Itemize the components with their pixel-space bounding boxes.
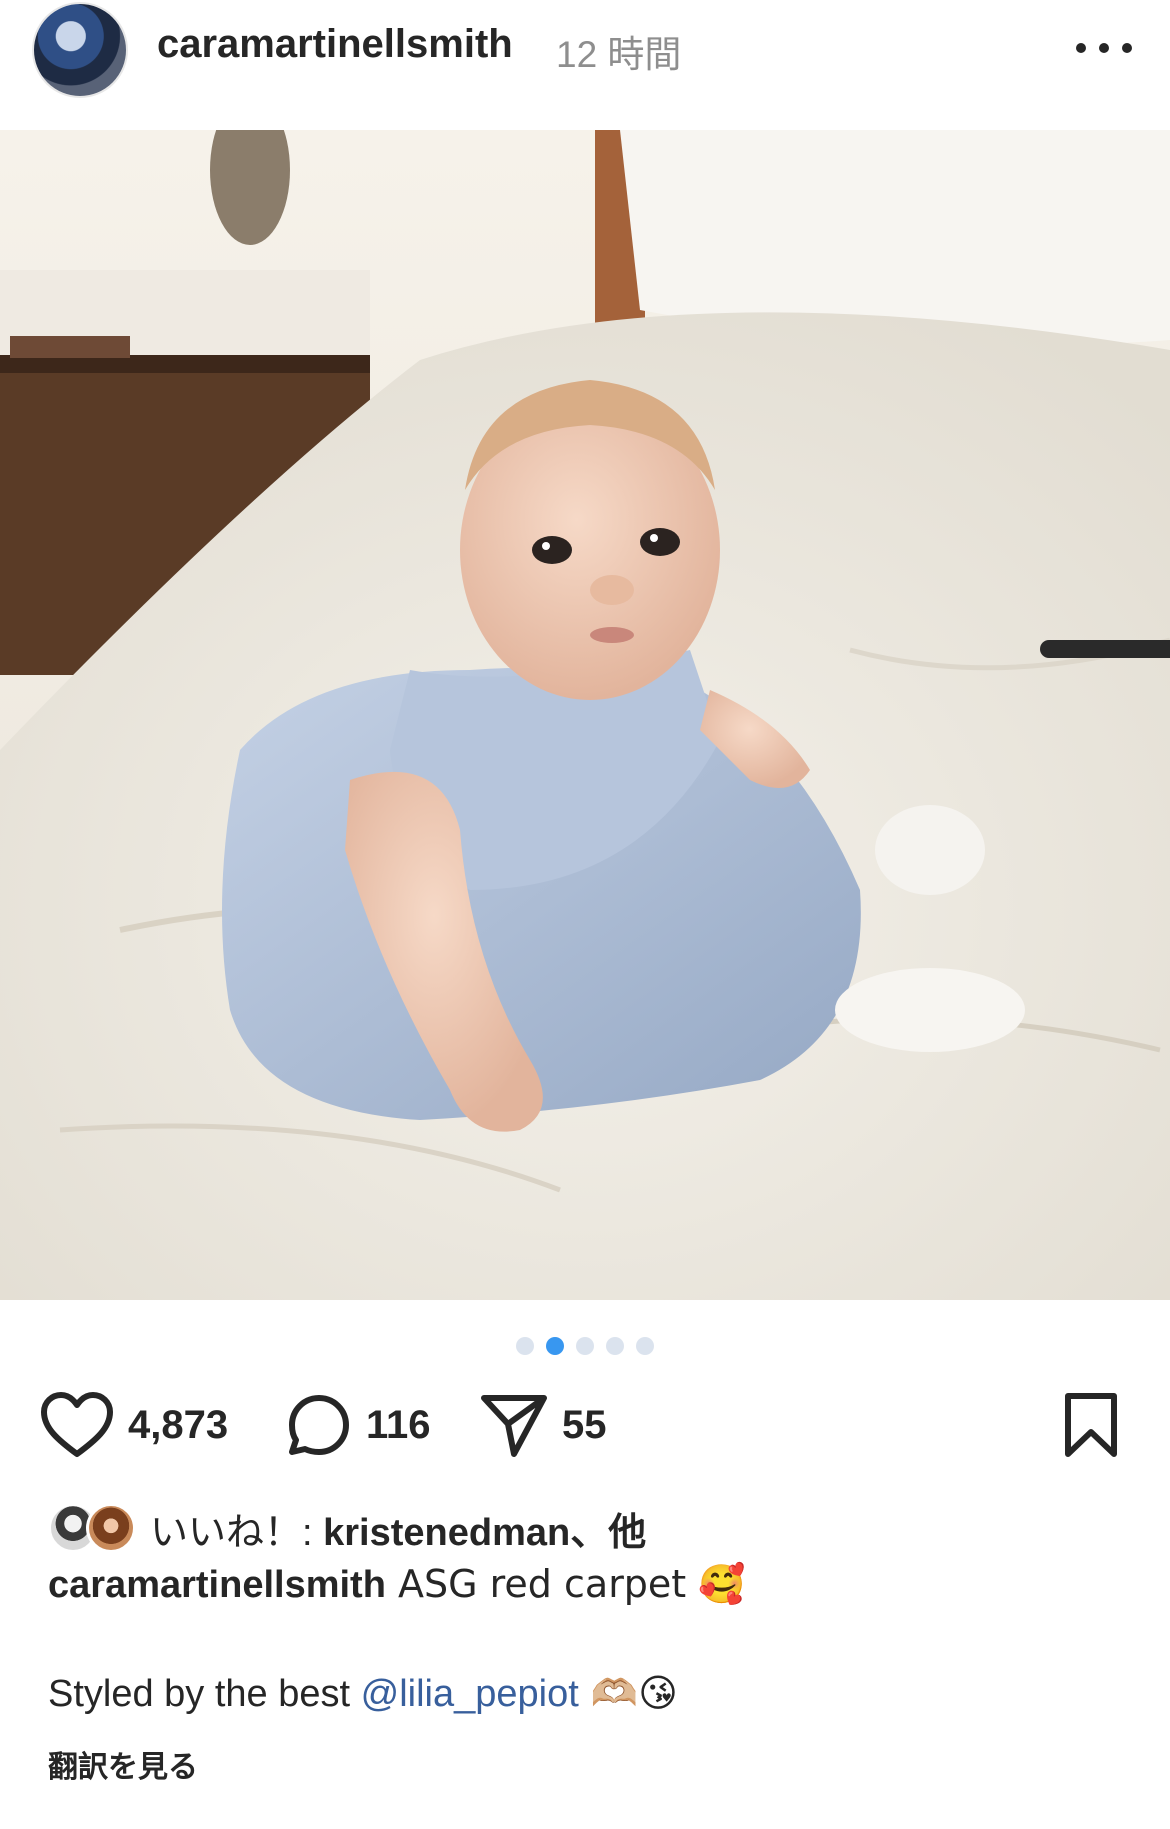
user-avatar[interactable] bbox=[32, 2, 128, 98]
baby-on-bed-photo bbox=[0, 130, 1170, 1300]
carousel-dot-active bbox=[546, 1337, 564, 1355]
send-icon bbox=[481, 1395, 547, 1457]
save-button[interactable] bbox=[1062, 1393, 1120, 1457]
bookmark-icon bbox=[1065, 1393, 1117, 1457]
carousel-dot bbox=[636, 1337, 654, 1355]
post-username[interactable]: caramartinellsmith bbox=[157, 22, 513, 67]
like-count: 4,873 bbox=[128, 1402, 229, 1447]
caption-line-1: caramartinellsmith ASG red carpet 🥰 bbox=[48, 1562, 746, 1607]
liked-by-text: いいね！: kristenedman、他 bbox=[150, 1501, 646, 1556]
post-timestamp: 12 時間 bbox=[556, 34, 682, 75]
caption-emoji: 🫶🏼😘 bbox=[578, 1671, 678, 1715]
liked-by-others[interactable]: 、他 bbox=[570, 1512, 646, 1554]
caption-username[interactable]: caramartinellsmith bbox=[48, 1564, 386, 1606]
carousel-dot bbox=[606, 1337, 624, 1355]
caption-line-2: Styled by the best @lilia_pepiot 🫶🏼😘 bbox=[48, 1671, 678, 1716]
action-bar: 4,873 116 55 bbox=[40, 1392, 1130, 1457]
share-count: 55 bbox=[562, 1402, 607, 1447]
more-horizontal-icon[interactable] bbox=[1076, 28, 1132, 68]
like-button[interactable]: 4,873 bbox=[40, 1392, 229, 1457]
caption-text: ASG red carpet 🥰 bbox=[385, 1562, 746, 1606]
liker-avatar bbox=[86, 1503, 136, 1553]
liked-by-row[interactable]: いいね！: kristenedman、他 bbox=[48, 1500, 646, 1556]
carousel-indicator bbox=[0, 1337, 1170, 1355]
caption-text-2: Styled by the best bbox=[48, 1673, 361, 1715]
comment-button[interactable]: 116 bbox=[286, 1395, 431, 1455]
post-header: caramartinellsmith 12 時間 bbox=[0, 0, 1170, 131]
comment-icon bbox=[289, 1395, 349, 1455]
carousel-dot bbox=[576, 1337, 594, 1355]
liker-username[interactable]: kristenedman bbox=[323, 1512, 570, 1554]
caption-mention[interactable]: @lilia_pepiot bbox=[361, 1673, 579, 1715]
share-button[interactable]: 55 bbox=[480, 1395, 607, 1457]
carousel-dot bbox=[516, 1337, 534, 1355]
liked-by-prefix: いいね！: bbox=[150, 1511, 324, 1554]
heart-icon bbox=[41, 1392, 113, 1457]
post-image[interactable] bbox=[0, 130, 1170, 1300]
comment-count: 116 bbox=[366, 1402, 431, 1447]
see-translation-link[interactable]: 翻訳を見る bbox=[48, 1742, 198, 1786]
